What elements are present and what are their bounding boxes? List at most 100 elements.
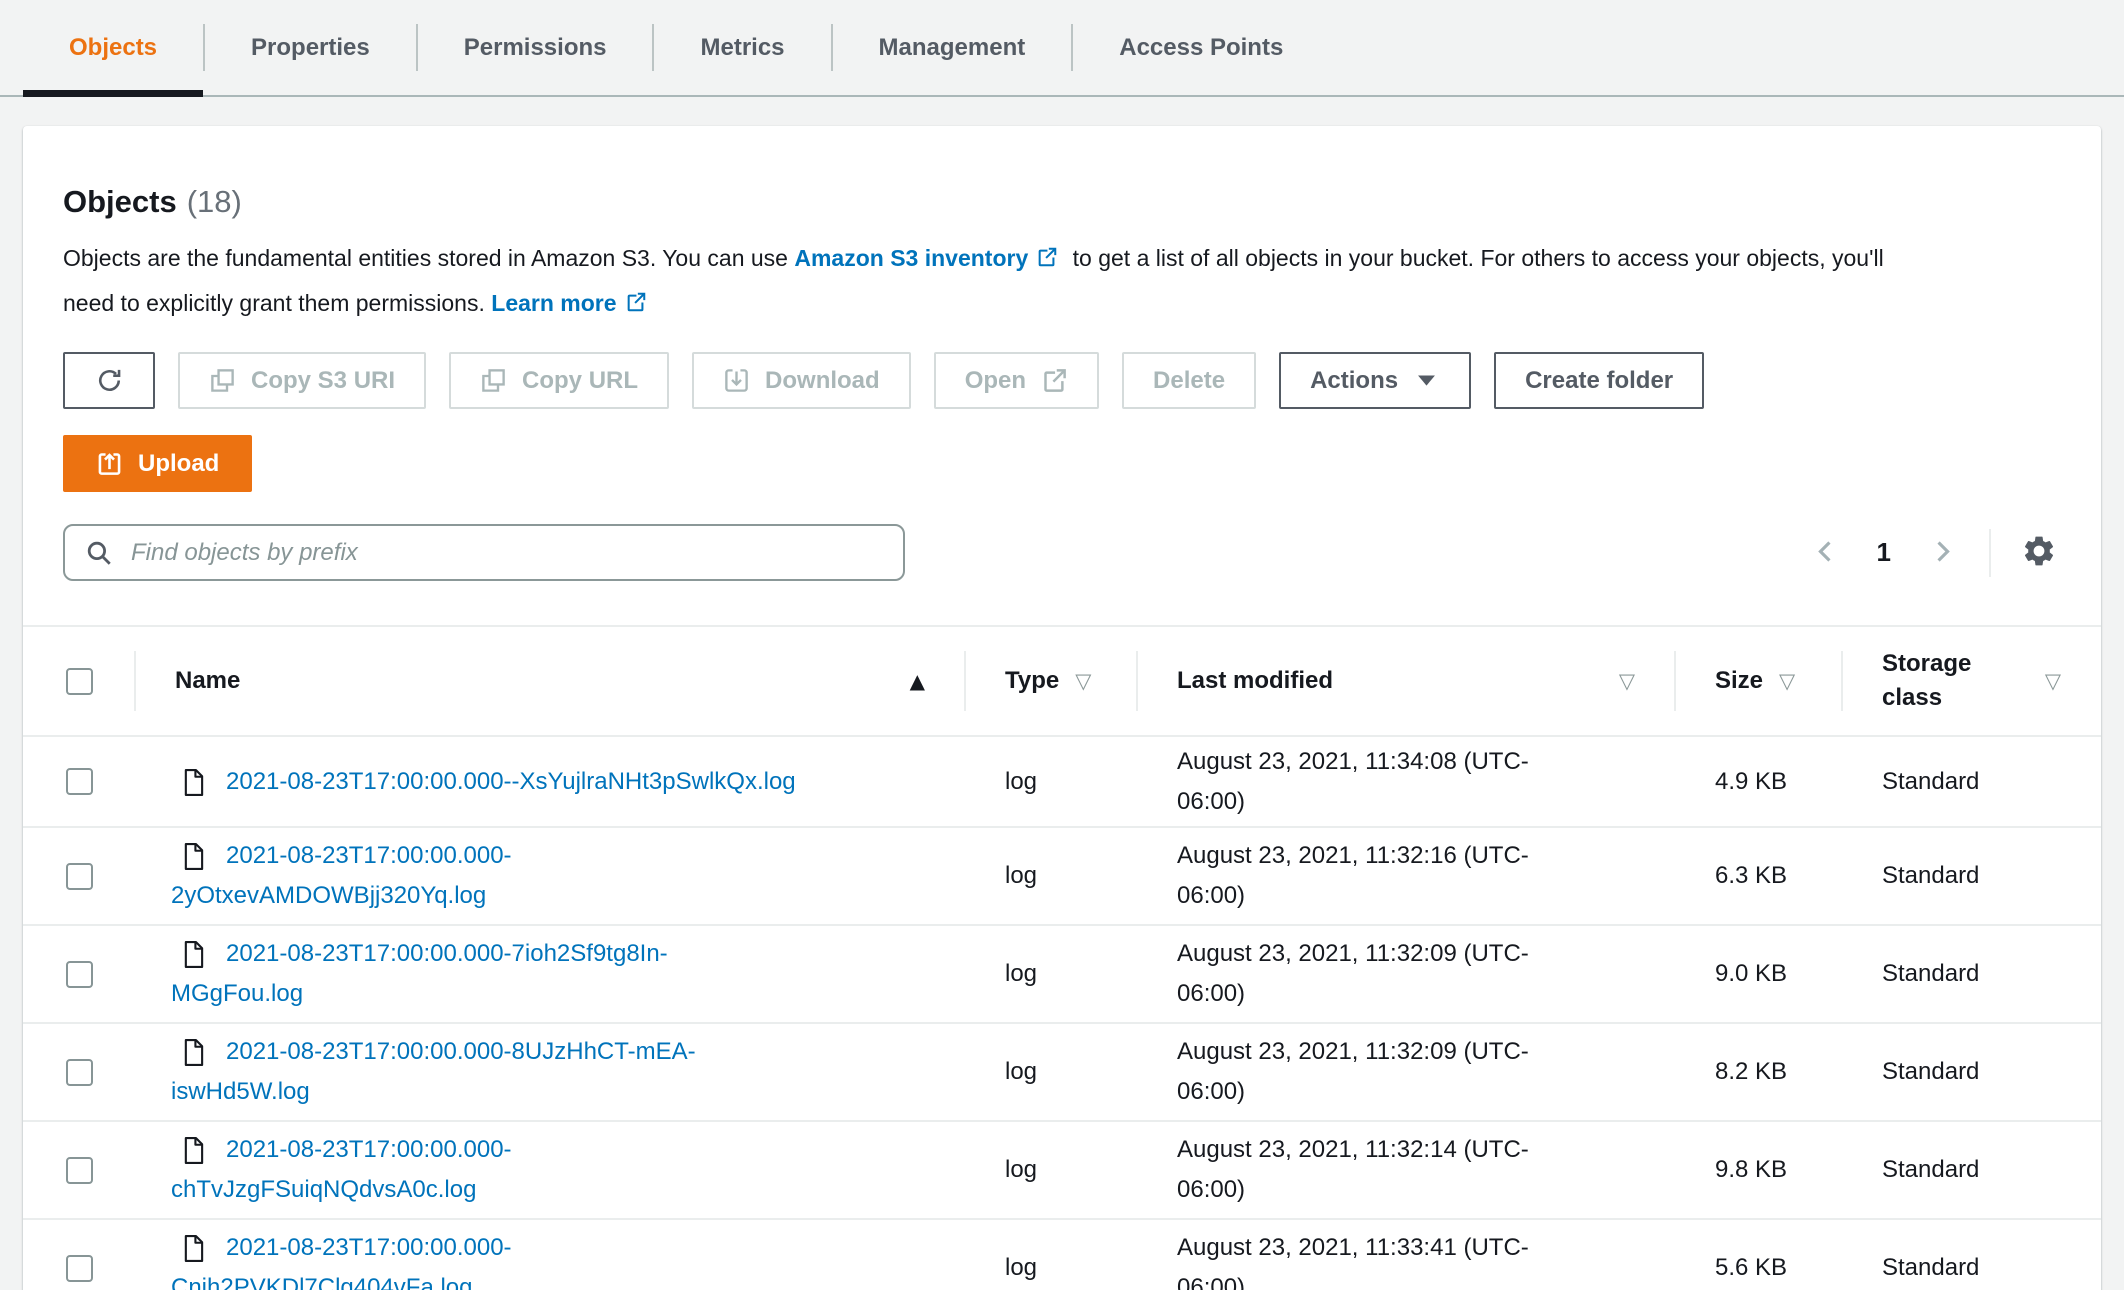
search-input[interactable] <box>129 538 883 568</box>
row-select-cell <box>23 828 135 924</box>
row-storage-cell: Standard <box>1842 737 2101 826</box>
tab-label: Permissions <box>464 34 607 62</box>
row-size-cell: 9.0 KB <box>1675 926 1842 1022</box>
row-checkbox[interactable] <box>66 1157 93 1184</box>
tab-label: Objects <box>69 34 157 62</box>
description-text: Objects are the fundamental entities sto… <box>63 245 794 271</box>
external-link-icon <box>625 283 647 305</box>
upload-icon <box>96 450 123 477</box>
row-checkbox[interactable] <box>66 1059 93 1086</box>
file-icon <box>182 1038 205 1067</box>
row-type-cell: log <box>965 1220 1137 1290</box>
select-all-checkbox[interactable] <box>66 668 93 695</box>
create-folder-button[interactable]: Create folder <box>1494 352 1704 409</box>
previous-page-button[interactable] <box>1805 532 1847 574</box>
tab-management[interactable]: Management <box>833 0 1072 95</box>
sort-icon: ▽ <box>1779 671 1795 692</box>
upload-button[interactable]: Upload <box>63 435 252 492</box>
file-icon <box>182 940 205 969</box>
search-icon <box>85 539 113 567</box>
objects-panel: Objects (18) Objects are the fundamental… <box>23 126 2101 1290</box>
row-name-cell: 2021-08-23T17:00:00.000- 2yOtxevAMDOWBjj… <box>135 828 965 924</box>
learn-more-link[interactable]: Learn more <box>491 290 616 316</box>
header-type[interactable]: Type ▽ <box>965 627 1137 735</box>
row-size-cell: 9.8 KB <box>1675 1122 1842 1218</box>
row-name-cell: 2021-08-23T17:00:00.000-7ioh2Sf9tg8In- M… <box>135 926 965 1022</box>
external-link-icon <box>1036 238 1058 260</box>
tab-access-points[interactable]: Access Points <box>1073 0 1329 95</box>
upload-row: Upload <box>63 435 2061 492</box>
row-select-cell <box>23 1220 135 1290</box>
copy-url-button[interactable]: Copy URL <box>449 352 669 409</box>
row-type-cell: log <box>965 1122 1137 1218</box>
sort-ascending-icon: ▲ <box>910 671 925 691</box>
refresh-button[interactable] <box>63 352 155 409</box>
row-checkbox[interactable] <box>66 768 93 795</box>
sort-icon: ▽ <box>2045 671 2061 692</box>
panel-header: Objects (18) <box>63 184 2061 220</box>
caret-down-icon <box>1413 367 1440 394</box>
row-modified-cell: August 23, 2021, 11:32:16 (UTC- 06:00) <box>1137 828 1675 924</box>
button-label: Delete <box>1153 367 1225 395</box>
download-button[interactable]: Download <box>692 352 911 409</box>
preferences-button[interactable] <box>2017 531 2061 575</box>
table-row: 2021-08-23T17:00:00.000--XsYujlraNHt3pSw… <box>23 735 2101 826</box>
copy-s3-uri-button[interactable]: Copy S3 URI <box>178 352 426 409</box>
button-label: Copy S3 URI <box>251 367 395 395</box>
row-modified-cell: August 23, 2021, 11:33:41 (UTC- 06:00) <box>1137 1220 1675 1290</box>
delete-button[interactable]: Delete <box>1122 352 1256 409</box>
row-size-cell: 4.9 KB <box>1675 737 1842 826</box>
row-select-cell <box>23 926 135 1022</box>
actions-button[interactable]: Actions <box>1279 352 1471 409</box>
row-storage-cell: Standard <box>1842 828 2101 924</box>
row-name-cell: 2021-08-23T17:00:00.000- chTvJzgFSuiqNQd… <box>135 1122 965 1218</box>
table-body: 2021-08-23T17:00:00.000--XsYujlraNHt3pSw… <box>23 735 2101 1290</box>
tab-permissions[interactable]: Permissions <box>418 0 653 95</box>
row-modified-cell: August 23, 2021, 11:32:14 (UTC- 06:00) <box>1137 1122 1675 1218</box>
object-link[interactable]: 2021-08-23T17:00:00.000- Cnih2PVKDl7Clg4… <box>171 1228 512 1290</box>
row-select-cell <box>23 1024 135 1120</box>
object-count: (18) <box>187 184 242 220</box>
copy-icon <box>209 367 236 394</box>
button-label: Copy URL <box>522 367 638 395</box>
object-link[interactable]: 2021-08-23T17:00:00.000- 2yOtxevAMDOWBjj… <box>171 836 512 916</box>
tab-label: Metrics <box>700 34 784 62</box>
file-icon <box>182 768 205 797</box>
open-button[interactable]: Open <box>934 352 1099 409</box>
header-name[interactable]: Name ▲ <box>135 627 965 735</box>
pagination: 1 <box>1805 529 2061 577</box>
tab-objects[interactable]: Objects <box>23 0 203 95</box>
copy-icon <box>480 367 507 394</box>
chevron-right-icon <box>1929 538 1956 568</box>
download-icon <box>723 367 750 394</box>
header-last-modified[interactable]: Last modified ▽ <box>1137 627 1675 735</box>
table-row: 2021-08-23T17:00:00.000-7ioh2Sf9tg8In- M… <box>23 924 2101 1022</box>
tab-properties[interactable]: Properties <box>205 0 416 95</box>
sort-icon: ▽ <box>1619 671 1635 692</box>
toolbar: Copy S3 URI Copy URL Download Open Delete Act… <box>63 352 2061 409</box>
row-storage-cell: Standard <box>1842 1122 2101 1218</box>
object-link[interactable]: 2021-08-23T17:00:00.000--XsYujlraNHt3pSw… <box>171 762 796 802</box>
table-row: 2021-08-23T17:00:00.000- chTvJzgFSuiqNQd… <box>23 1120 2101 1218</box>
inventory-link[interactable]: Amazon S3 inventory <box>794 245 1028 271</box>
next-page-button[interactable] <box>1921 532 1963 574</box>
row-checkbox[interactable] <box>66 961 93 988</box>
row-type-cell: log <box>965 828 1137 924</box>
row-storage-cell: Standard <box>1842 1024 2101 1120</box>
button-label: Create folder <box>1525 367 1673 395</box>
header-size[interactable]: Size ▽ <box>1675 627 1842 735</box>
table-row: 2021-08-23T17:00:00.000- Cnih2PVKDl7Clg4… <box>23 1218 2101 1290</box>
row-checkbox[interactable] <box>66 863 93 890</box>
header-select-cell <box>23 627 135 735</box>
row-name-cell: 2021-08-23T17:00:00.000- Cnih2PVKDl7Clg4… <box>135 1220 965 1290</box>
row-checkbox[interactable] <box>66 1255 93 1282</box>
object-link[interactable]: 2021-08-23T17:00:00.000-7ioh2Sf9tg8In- M… <box>171 934 668 1014</box>
row-size-cell: 5.6 KB <box>1675 1220 1842 1290</box>
file-icon <box>182 1234 205 1263</box>
file-icon <box>182 1136 205 1165</box>
object-link[interactable]: 2021-08-23T17:00:00.000- chTvJzgFSuiqNQd… <box>171 1130 512 1210</box>
tab-metrics[interactable]: Metrics <box>654 0 830 95</box>
header-storage-class[interactable]: Storage class ▽ <box>1842 627 2101 735</box>
controls-row: 1 <box>63 524 2061 581</box>
object-link[interactable]: 2021-08-23T17:00:00.000-8UJzHhCT-mEA- is… <box>171 1032 696 1112</box>
